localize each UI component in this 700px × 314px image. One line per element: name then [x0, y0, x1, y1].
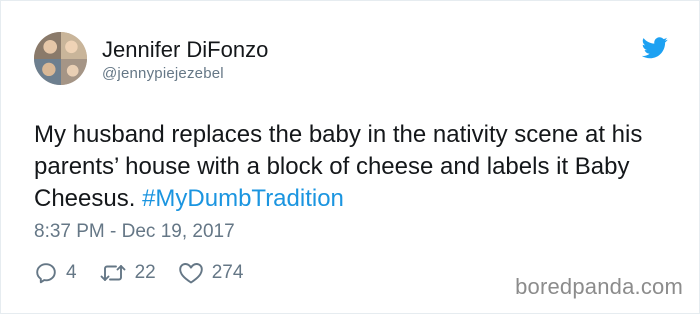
tweet-card: Jennifer DiFonzo @jennypiejezebel My hus… [0, 0, 700, 314]
tweet-timestamp[interactable]: 8:37 PM - Dec 19, 2017 [34, 221, 235, 243]
retweet-count: 22 [134, 262, 156, 283]
avatar[interactable] [34, 32, 87, 85]
reply-button[interactable]: 4 [34, 261, 77, 285]
reply-icon [36, 263, 56, 284]
reply-count: 4 [66, 262, 77, 283]
hashtag-link[interactable]: #MyDumbTradition [142, 185, 344, 212]
retweet-icon [100, 265, 126, 281]
retweet-button[interactable]: 22 [99, 261, 156, 285]
tweet-actions: 4 22 274 [34, 260, 265, 286]
twitter-bird-icon[interactable] [642, 37, 668, 59]
heart-icon [178, 263, 203, 284]
watermark: boredpanda.com [515, 274, 683, 299]
author-name[interactable]: Jennifer DiFonzo [102, 37, 268, 63]
like-button[interactable]: 274 [178, 261, 244, 285]
author-handle[interactable]: @jennypiejezebel [102, 65, 224, 82]
like-count: 274 [211, 262, 244, 283]
tweet-text: My husband replaces the baby in the nati… [34, 119, 674, 215]
